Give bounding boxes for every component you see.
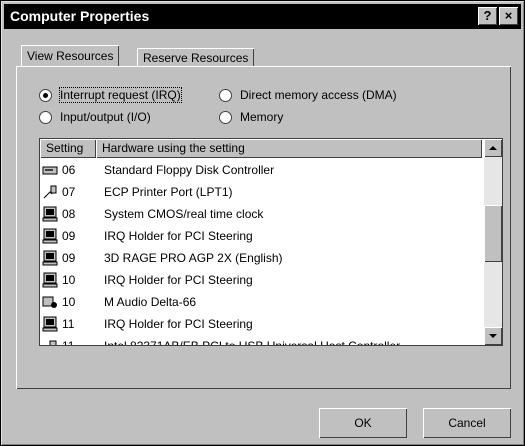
printer-port-icon bbox=[43, 185, 57, 199]
row-setting: 10 bbox=[62, 295, 76, 309]
floppy-drive-icon bbox=[42, 166, 58, 175]
radio-dma-label: Direct memory access (DMA) bbox=[240, 88, 397, 102]
table-row[interactable]: 11 IRQ Holder for PCI Steering bbox=[40, 313, 480, 335]
row-hardware: System CMOS/real time clock bbox=[104, 207, 264, 221]
radio-memory-label: Memory bbox=[240, 110, 284, 124]
cancel-button[interactable]: Cancel bbox=[423, 408, 511, 438]
radio-circle bbox=[219, 88, 232, 102]
column-header-setting[interactable]: Setting bbox=[40, 139, 96, 158]
table-row[interactable]: 09 IRQ Holder for PCI Steering bbox=[40, 225, 480, 247]
row-hardware: Standard Floppy Disk Controller bbox=[104, 163, 275, 177]
row-setting: 11 bbox=[62, 317, 75, 331]
vertical-scrollbar[interactable] bbox=[484, 139, 502, 345]
row-setting: 09 bbox=[62, 229, 76, 243]
row-hardware: 3D RAGE PRO AGP 2X (English) bbox=[104, 251, 283, 265]
row-setting: 07 bbox=[62, 185, 76, 199]
row-setting: 11 bbox=[62, 339, 75, 346]
radio-circle bbox=[39, 88, 52, 102]
scroll-up-button[interactable] bbox=[484, 139, 502, 157]
radio-irq-label: Interrupt request (IRQ) bbox=[59, 87, 182, 103]
row-hardware: IRQ Holder for PCI Steering bbox=[104, 317, 253, 331]
ok-button[interactable]: OK bbox=[319, 408, 407, 438]
arrow-down-icon bbox=[489, 334, 497, 338]
column-header-hardware[interactable]: Hardware using the setting bbox=[96, 139, 482, 158]
row-hardware: ECP Printer Port (LPT1) bbox=[104, 185, 233, 199]
table-row[interactable]: 09 3D RAGE PRO AGP 2X (English) bbox=[40, 247, 480, 269]
radio-io[interactable]: Input/output (I/O) bbox=[39, 110, 151, 124]
table-row[interactable]: 08 System CMOS/real time clock bbox=[40, 203, 480, 225]
computer-icon bbox=[42, 228, 58, 244]
row-hardware: Intel 82371AB/EB PCI to USB Universal Ho… bbox=[104, 339, 401, 346]
computer-properties-dialog: Computer Properties ? × View Resources R… bbox=[0, 0, 525, 446]
table-row[interactable]: 06 Standard Floppy Disk Controller bbox=[40, 159, 480, 181]
window-title: Computer Properties bbox=[10, 8, 150, 24]
table-row[interactable]: 10 IRQ Holder for PCI Steering bbox=[40, 269, 480, 291]
table-row[interactable]: 07 ECP Printer Port (LPT1) bbox=[40, 181, 480, 203]
table-row[interactable]: 10 M Audio Delta-66 bbox=[40, 291, 480, 313]
row-setting: 10 bbox=[62, 273, 76, 287]
scrollbar-thumb[interactable] bbox=[484, 205, 502, 262]
scroll-down-button[interactable] bbox=[484, 327, 502, 345]
table-row[interactable]: 11 Intel 82371AB/EB PCI to USB Universal… bbox=[40, 335, 480, 346]
help-button[interactable]: ? bbox=[478, 7, 497, 25]
computer-icon bbox=[42, 316, 58, 332]
title-bar: Computer Properties ? × bbox=[4, 4, 521, 29]
row-setting: 08 bbox=[62, 207, 76, 221]
computer-icon bbox=[42, 206, 58, 222]
resource-list[interactable]: Setting Hardware using the setting 06 St… bbox=[39, 138, 503, 346]
tab-view-resources[interactable]: View Resources bbox=[21, 45, 120, 67]
row-setting: 06 bbox=[62, 163, 76, 177]
display-adapter-icon bbox=[42, 250, 58, 266]
usb-controller-icon bbox=[49, 340, 57, 345]
arrow-up-icon bbox=[489, 146, 497, 150]
computer-icon bbox=[42, 272, 58, 288]
row-hardware: IRQ Holder for PCI Steering bbox=[104, 229, 253, 243]
row-setting: 09 bbox=[62, 251, 76, 265]
radio-irq[interactable]: Interrupt request (IRQ) bbox=[39, 87, 182, 103]
radio-circle bbox=[39, 110, 52, 124]
tab-reserve-resources[interactable]: Reserve Resources bbox=[137, 48, 255, 67]
radio-circle bbox=[219, 110, 232, 124]
row-hardware: IRQ Holder for PCI Steering bbox=[104, 273, 253, 287]
radio-memory[interactable]: Memory bbox=[219, 110, 283, 124]
close-button[interactable]: × bbox=[499, 7, 518, 25]
radio-dma[interactable]: Direct memory access (DMA) bbox=[219, 88, 397, 102]
radio-selected-dot bbox=[43, 92, 48, 98]
sound-card-icon bbox=[42, 296, 57, 308]
row-hardware: M Audio Delta-66 bbox=[104, 295, 197, 309]
radio-io-label: Input/output (I/O) bbox=[60, 110, 151, 124]
